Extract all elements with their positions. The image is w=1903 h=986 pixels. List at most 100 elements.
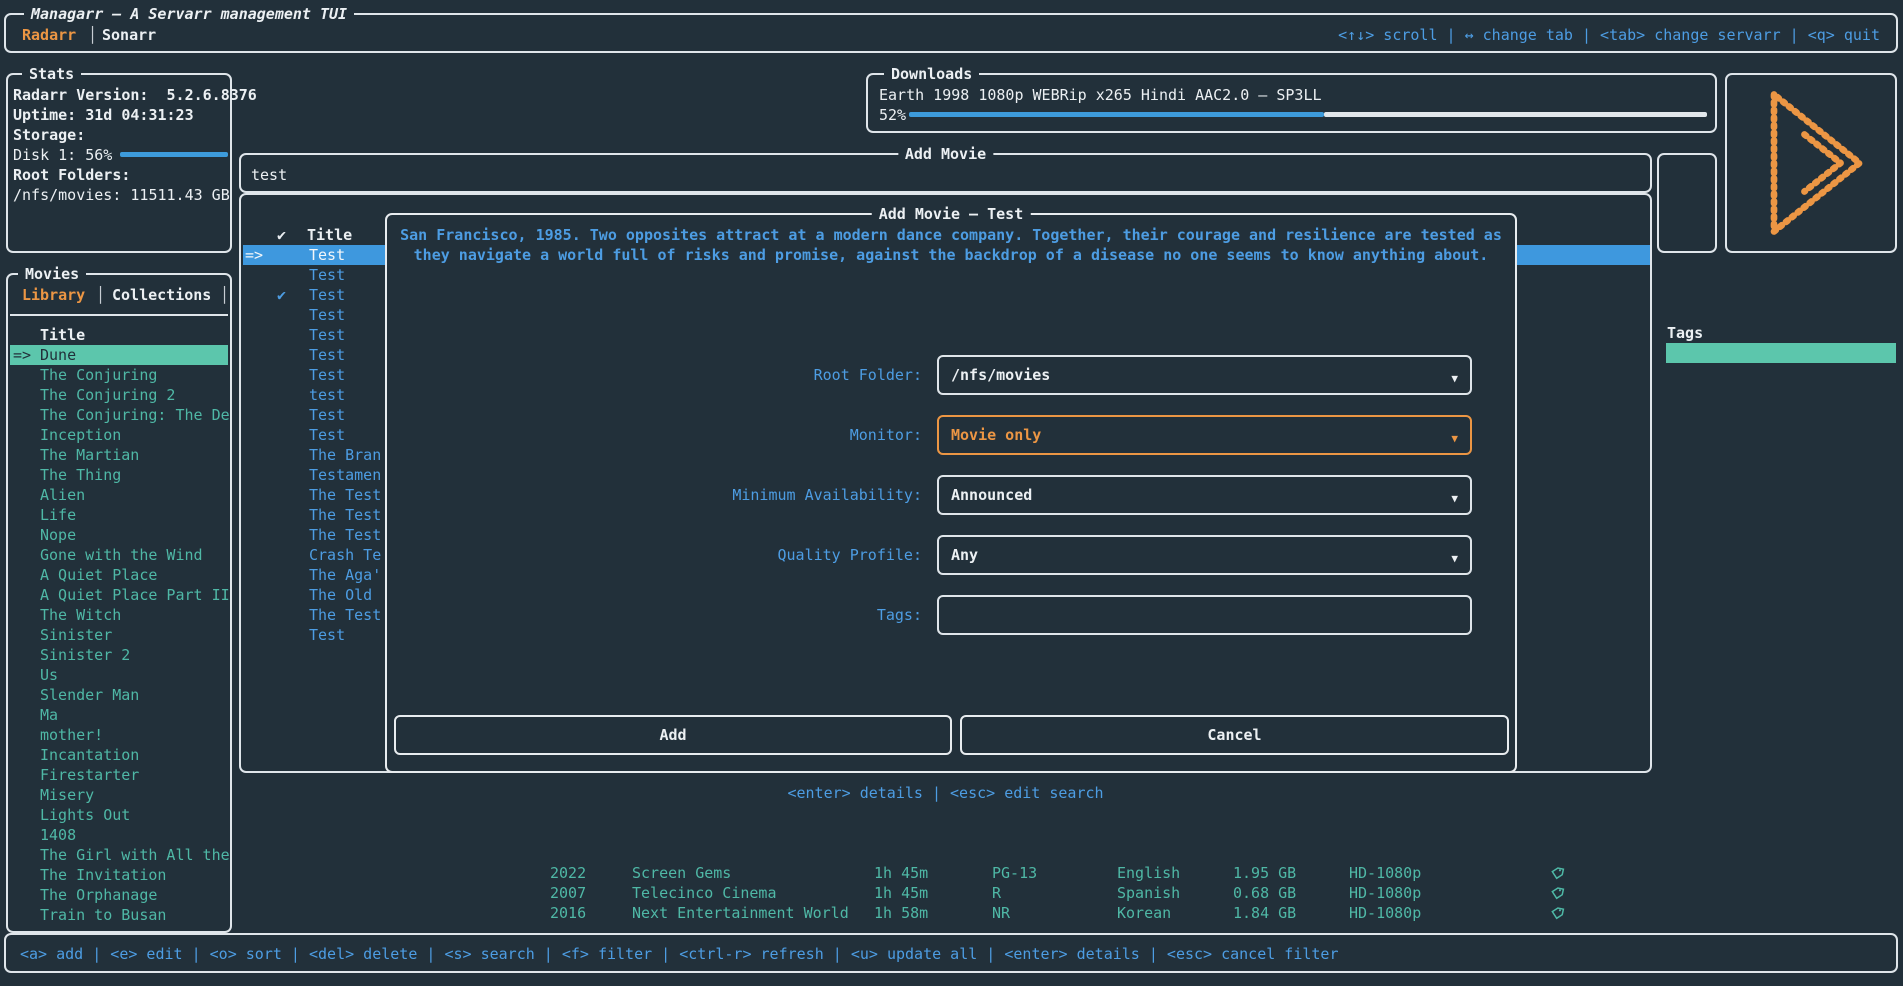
- downloads-panel: Downloads Earth 1998 1080p WEBRip x265 H…: [866, 73, 1717, 133]
- result-title: Test: [309, 405, 345, 425]
- table-cell-quality: HD-1080p: [1349, 863, 1421, 883]
- field-value: Any: [951, 545, 978, 565]
- movies-panel-title: Movies: [18, 264, 86, 284]
- add-movie-popup: Add Movie – Test San Francisco, 1985. Tw…: [385, 213, 1517, 773]
- stats-storage-label: Storage:: [13, 125, 85, 145]
- table-cell-studio: Screen Gems: [632, 863, 731, 883]
- cancel-button[interactable]: Cancel: [960, 715, 1509, 755]
- library-item[interactable]: Sinister 2: [10, 645, 228, 665]
- tab-separator: │: [88, 25, 97, 45]
- library-item-label: Lights Out: [40, 805, 130, 825]
- library-item-label: The Conjuring 2: [40, 385, 175, 405]
- table-cell-size: 1.84 GB: [1233, 903, 1296, 923]
- field-dropdown[interactable]: Announced▼: [937, 475, 1472, 515]
- chevron-down-icon: ▼: [1451, 429, 1458, 449]
- field-input[interactable]: [937, 595, 1472, 635]
- field-label: Tags:: [387, 605, 922, 625]
- field-dropdown[interactable]: /nfs/movies▼: [937, 355, 1472, 395]
- library-item[interactable]: Life: [10, 505, 228, 525]
- library-item[interactable]: Misery: [10, 785, 228, 805]
- library-item[interactable]: Nope: [10, 525, 228, 545]
- library-item-label: Ma: [40, 705, 58, 725]
- table-cell-quality: HD-1080p: [1349, 903, 1421, 923]
- library-item[interactable]: The Thing: [10, 465, 228, 485]
- library-item[interactable]: The Girl with All the: [10, 845, 228, 865]
- library-item-label: The Orphanage: [40, 885, 157, 905]
- table-cell-studio: Next Entertainment World: [632, 903, 849, 923]
- library-item[interactable]: The Conjuring: The De: [10, 405, 228, 425]
- result-title: The Test: [309, 485, 381, 505]
- disk-usage-bar: [120, 152, 228, 157]
- result-title: The Bran: [309, 445, 381, 465]
- popup-description-line2: they navigate a world full of risks and …: [387, 245, 1515, 265]
- result-title: Crash Te: [309, 545, 381, 565]
- library-item-label: Incantation: [40, 745, 139, 765]
- library-item[interactable]: 1408: [10, 825, 228, 845]
- library-tab-separator: │: [96, 285, 105, 305]
- result-title: Testamen: [309, 465, 381, 485]
- tab-radarr[interactable]: Radarr: [22, 25, 76, 45]
- library-item[interactable]: A Quiet Place Part II: [10, 585, 228, 605]
- field-dropdown[interactable]: Any ▼: [937, 535, 1472, 575]
- result-title: The Old: [309, 585, 372, 605]
- search-input[interactable]: test: [251, 165, 287, 185]
- footer-keybinds: <a> add | <e> edit | <o> sort | <del> de…: [20, 944, 1339, 964]
- library-item[interactable]: Incantation: [10, 745, 228, 765]
- popup-description-line1: San Francisco, 1985. Two opposites attra…: [387, 225, 1515, 245]
- table-cell-size: 1.95 GB: [1233, 863, 1296, 883]
- library-item[interactable]: The Martian: [10, 445, 228, 465]
- downloads-title: Downloads: [884, 64, 979, 84]
- library-tab-separator2: │: [220, 285, 229, 305]
- table-cell-runtime: 1h 45m: [874, 863, 928, 883]
- header-keybinds: <↑↓> scroll | ↔ change tab | <tab> chang…: [1338, 25, 1880, 45]
- stats-rootfolder: /nfs/movies: 11511.43 GB: [13, 185, 230, 205]
- library-item-label: Dune: [40, 345, 76, 365]
- result-title: The Test: [309, 605, 381, 625]
- library-item[interactable]: The Orphanage: [10, 885, 228, 905]
- tab-sonarr[interactable]: Sonarr: [102, 25, 156, 45]
- library-item[interactable]: Train to Busan: [10, 905, 228, 925]
- library-item[interactable]: Firestarter: [10, 765, 228, 785]
- library-item-label: mother!: [40, 725, 103, 745]
- library-item[interactable]: A Quiet Place: [10, 565, 228, 585]
- library-item[interactable]: Slender Man: [10, 685, 228, 705]
- library-item-label: Sinister 2: [40, 645, 130, 665]
- library-item-label: Inception: [40, 425, 121, 445]
- chevron-down-icon: ▼: [1451, 549, 1458, 569]
- tab-collections[interactable]: Collections: [112, 285, 211, 305]
- popup-title: Add Movie – Test: [872, 204, 1031, 224]
- download-percent: 52%: [879, 105, 906, 125]
- library-item[interactable]: The Conjuring 2: [10, 385, 228, 405]
- radarr-logo-icon: [1741, 85, 1885, 241]
- library-item[interactable]: The Witch: [10, 605, 228, 625]
- library-item-label: Train to Busan: [40, 905, 166, 925]
- download-item: Earth 1998 1080p WEBRip x265 Hindi AAC2.…: [879, 85, 1322, 105]
- add-movie-search-panel: Add Movie test: [239, 153, 1652, 193]
- library-item-label: Alien: [40, 485, 85, 505]
- library-item[interactable]: Us: [10, 665, 228, 685]
- library-item[interactable]: Inception: [10, 425, 228, 445]
- search-panel-title: Add Movie: [898, 144, 993, 164]
- library-item-label: Life: [40, 505, 76, 525]
- library-item[interactable]: Sinister: [10, 625, 228, 645]
- result-title: test: [309, 385, 345, 405]
- library-item-label: 1408: [40, 825, 76, 845]
- library-item[interactable]: The Invitation: [10, 865, 228, 885]
- library-item[interactable]: Alien: [10, 485, 228, 505]
- cancel-button-label: Cancel: [1207, 725, 1261, 745]
- add-button[interactable]: Add: [394, 715, 952, 755]
- tab-library[interactable]: Library: [22, 285, 85, 305]
- library-item[interactable]: => Dune: [10, 345, 228, 365]
- field-dropdown[interactable]: Movie only▼: [937, 415, 1472, 455]
- library-item[interactable]: Gone with the Wind: [10, 545, 228, 565]
- stats-rootfolders-label: Root Folders:: [13, 165, 130, 185]
- logo-panel: [1725, 73, 1897, 253]
- selected-arrow: =>: [13, 345, 31, 365]
- tags-selected-row[interactable]: [1666, 343, 1896, 363]
- library-item[interactable]: The Conjuring: [10, 365, 228, 385]
- library-item[interactable]: mother!: [10, 725, 228, 745]
- results-header-check: ✔: [277, 225, 286, 245]
- library-item[interactable]: Lights Out: [10, 805, 228, 825]
- chevron-down-icon: ▼: [1451, 489, 1458, 509]
- library-item[interactable]: Ma: [10, 705, 228, 725]
